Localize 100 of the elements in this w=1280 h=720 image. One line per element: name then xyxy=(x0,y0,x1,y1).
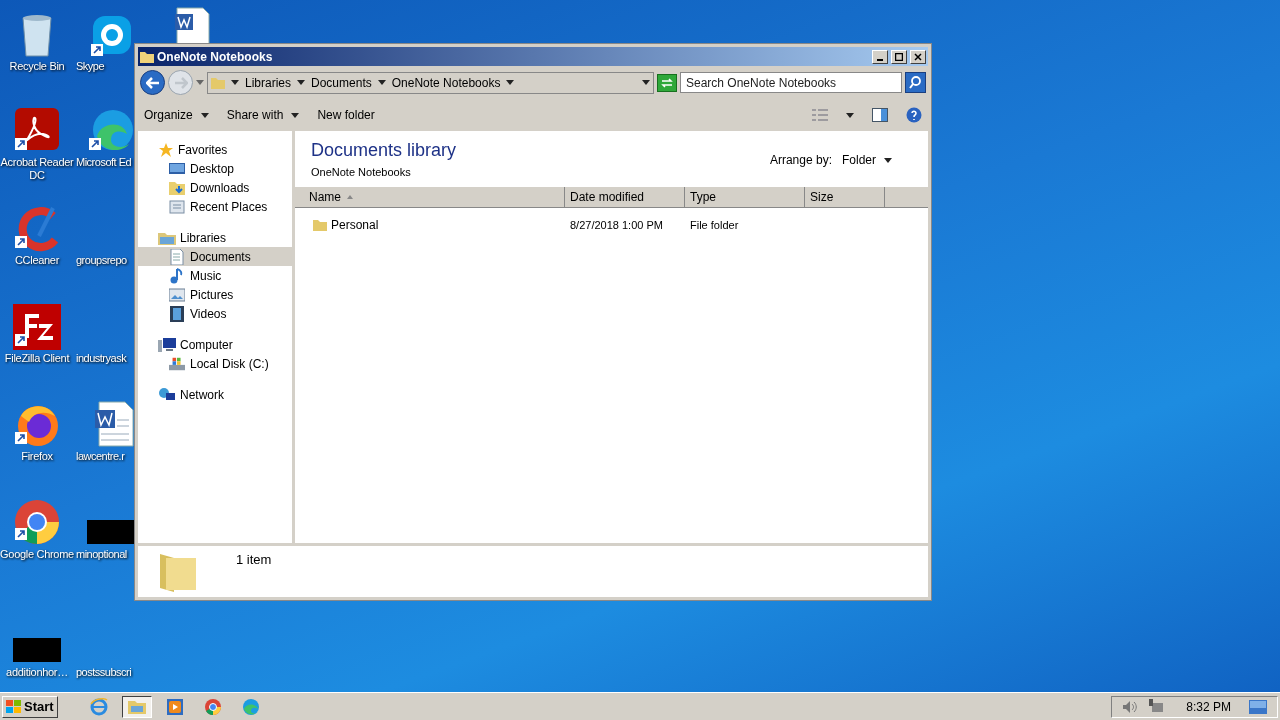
toolbar-button[interactable]: Share with xyxy=(226,103,300,127)
start-button[interactable]: Start xyxy=(2,695,58,718)
nav-item-label: Music xyxy=(190,267,222,285)
download-folder-icon xyxy=(169,179,185,196)
minimize-button[interactable] xyxy=(872,49,888,64)
maximize-icon xyxy=(895,52,903,61)
caret-icon xyxy=(200,112,209,118)
item-count: 1 item xyxy=(236,551,272,569)
caret-icon xyxy=(884,157,892,163)
nav-item[interactable]: Music xyxy=(138,266,292,285)
breadcrumb-item[interactable]: OneNote Notebooks xyxy=(391,73,501,92)
monitor-icon xyxy=(169,161,185,176)
refresh-arrows-icon xyxy=(661,77,673,88)
file-name[interactable]: Personal xyxy=(331,216,379,234)
recent-places-icon xyxy=(169,198,185,215)
folder-icon xyxy=(211,75,225,90)
picture-icon xyxy=(169,287,185,302)
nav-item-label: Documents xyxy=(190,248,251,266)
desktop-icon-label[interactable]: FileZilla Client xyxy=(4,352,70,365)
desktop-icon-label[interactable]: groupsrepo xyxy=(76,254,127,267)
breadcrumb-item[interactable]: Libraries xyxy=(245,73,292,92)
minimize-icon xyxy=(877,58,883,61)
history-dropdown-icon[interactable] xyxy=(196,80,204,85)
taskbar-app[interactable] xyxy=(121,695,152,718)
nav-group[interactable]: Favorites xyxy=(138,140,292,159)
arrange-dropdown[interactable]: Folder xyxy=(842,151,892,169)
edge-icon xyxy=(241,697,260,716)
type-cell-text: File folder xyxy=(689,217,740,233)
toolbar-button[interactable]: Organize xyxy=(144,103,209,127)
address-bar[interactable]: Libraries Documents OneNote Notebooks xyxy=(207,71,654,94)
maximize-button[interactable] xyxy=(891,49,907,64)
redacted-icon[interactable] xyxy=(13,638,61,664)
nav-group-label: Libraries xyxy=(180,229,227,247)
speaker-icon[interactable] xyxy=(1122,699,1139,714)
column-header[interactable]: Date modified xyxy=(565,187,685,207)
nav-item[interactable]: Videos xyxy=(138,304,292,323)
desktop-icon-label[interactable]: postssubscri xyxy=(76,666,132,679)
nav-item[interactable]: Downloads xyxy=(138,178,292,197)
desktop-icon-label[interactable]: lawcentre.r xyxy=(76,450,125,463)
desktop-icon-label[interactable]: Google Chrome xyxy=(0,548,74,561)
back-button[interactable] xyxy=(140,70,165,95)
search-icon xyxy=(909,76,922,89)
caret-icon xyxy=(377,80,386,85)
desktop-icon-label[interactable]: Acrobat Reader DC xyxy=(0,156,74,182)
nav-group-label: Favorites xyxy=(178,141,228,159)
desktop-icon-label[interactable]: additionhor… xyxy=(6,666,68,679)
desktop-icon-label[interactable]: Firefox xyxy=(21,450,53,463)
folder-icon xyxy=(140,49,154,64)
show-desktop-icon[interactable] xyxy=(1249,699,1267,714)
toolbar-button[interactable]: New folder xyxy=(317,103,375,127)
media-player-icon xyxy=(166,697,183,716)
refresh-button[interactable] xyxy=(657,73,677,92)
skype-icon[interactable] xyxy=(89,14,133,58)
nav-item-label: Videos xyxy=(190,305,227,323)
nav-item-label: Local Disk (C:) xyxy=(190,355,269,373)
nav-group[interactable]: Libraries xyxy=(138,228,292,247)
breadcrumb-item[interactable]: Documents xyxy=(311,73,372,92)
ccleaner-icon[interactable] xyxy=(13,206,61,252)
desktop-icon-label[interactable]: industryask xyxy=(76,352,127,365)
search-button[interactable] xyxy=(905,72,926,93)
internet-explorer-icon xyxy=(89,697,108,716)
nav-item[interactable]: Pictures xyxy=(138,285,292,304)
folder-icon xyxy=(313,218,327,232)
filezilla-icon[interactable] xyxy=(13,304,61,350)
nav-item[interactable]: Desktop xyxy=(138,159,292,178)
help-icon[interactable] xyxy=(906,107,922,123)
preview-pane-icon[interactable] xyxy=(872,108,888,122)
nav-group[interactable]: Network xyxy=(138,385,292,404)
window-title: OneNote Notebooks xyxy=(157,48,274,66)
nav-item-label: Recent Places xyxy=(190,198,268,216)
caret-icon xyxy=(846,112,854,118)
arrange-label: Arrange by: xyxy=(769,152,832,169)
desktop-icon-label[interactable]: CCleaner xyxy=(14,254,60,267)
chrome-icon xyxy=(203,697,222,716)
forward-arrow-icon xyxy=(173,76,188,89)
redacted-icon[interactable] xyxy=(87,520,135,546)
clock[interactable]: 8:32 PM xyxy=(1186,697,1231,716)
column-header[interactable]: Type xyxy=(685,187,805,207)
column-header[interactable]: Name xyxy=(295,187,565,207)
close-button[interactable] xyxy=(910,49,926,64)
star-icon xyxy=(158,141,174,158)
desktop-icon-label[interactable]: Microsoft Ed xyxy=(76,156,132,169)
caret-icon xyxy=(642,80,650,85)
column-header[interactable]: Size xyxy=(805,187,885,207)
network-icon[interactable] xyxy=(1148,698,1165,715)
nav-item[interactable]: Documents xyxy=(138,247,292,266)
nav-group-label: Computer xyxy=(180,336,233,354)
nav-item-label: Downloads xyxy=(190,179,250,197)
desktop-icon-label[interactable]: Recycle Bin xyxy=(9,60,65,73)
desktop-icon-label[interactable]: minoptional xyxy=(76,548,127,561)
computer-icon xyxy=(158,336,176,353)
film-icon xyxy=(170,305,184,322)
chrome-icon[interactable] xyxy=(13,498,61,546)
nav-item[interactable]: Local Disk (C:) xyxy=(138,354,292,373)
network-icon xyxy=(158,386,176,403)
nav-item[interactable]: Recent Places xyxy=(138,197,292,216)
nav-group[interactable]: Computer xyxy=(138,335,292,354)
back-arrow-icon xyxy=(145,76,160,89)
caret-icon xyxy=(231,80,239,85)
desktop-icon-label[interactable]: Skype xyxy=(76,60,105,73)
